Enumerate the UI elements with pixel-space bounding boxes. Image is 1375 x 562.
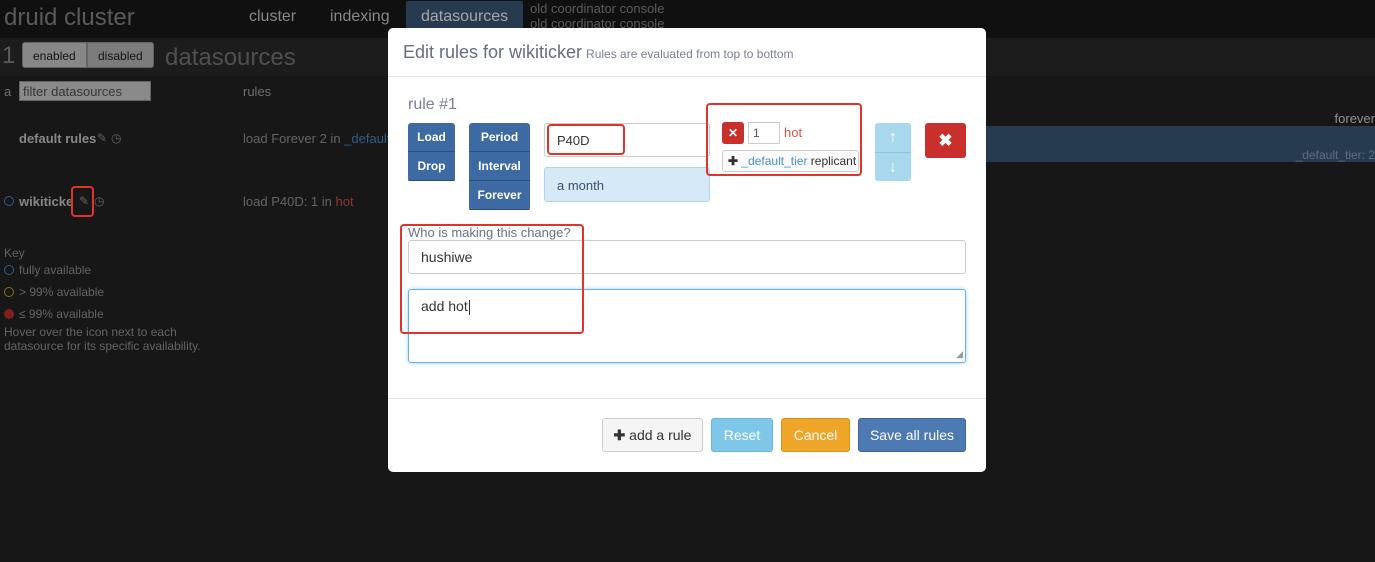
plus-icon: ✚ — [613, 427, 626, 443]
period-button[interactable]: Period — [469, 123, 530, 152]
load-button[interactable]: Load — [408, 123, 455, 152]
type-button-group: Period Interval Forever — [469, 123, 530, 211]
period-hint: a month — [544, 167, 710, 202]
resize-grip-icon[interactable]: ◢ — [956, 349, 963, 360]
highlight-who-comment — [400, 224, 584, 334]
reorder-buttons: ↑ ↓ — [875, 123, 911, 181]
save-all-rules-button[interactable]: Save all rules — [858, 418, 966, 452]
add-rule-button[interactable]: ✚ add a rule — [602, 418, 703, 452]
modal-footer-divider — [388, 398, 986, 399]
modal-title: Edit rules for wikiticker Rules are evalu… — [403, 42, 794, 62]
highlight-edit-icon — [71, 186, 94, 217]
arrow-up-icon[interactable]: ↑ — [875, 123, 911, 152]
drop-button[interactable]: Drop — [408, 152, 455, 181]
modal-subtitle: Rules are evaluated from top to bottom — [586, 47, 794, 61]
delete-rule-button[interactable]: ✖ — [925, 123, 966, 158]
interval-button[interactable]: Interval — [469, 152, 530, 181]
arrow-down-icon[interactable]: ↓ — [875, 152, 911, 181]
action-button-group: Load Drop — [408, 123, 455, 182]
highlight-period-input — [547, 124, 625, 155]
modal-header: Edit rules for wikiticker Rules are evalu… — [388, 28, 986, 77]
cancel-button[interactable]: Cancel — [781, 418, 850, 452]
highlight-tier-group — [706, 103, 862, 176]
forever-button[interactable]: Forever — [469, 181, 530, 210]
reset-button[interactable]: Reset — [711, 418, 773, 452]
rule-title: rule #1 — [408, 96, 457, 113]
